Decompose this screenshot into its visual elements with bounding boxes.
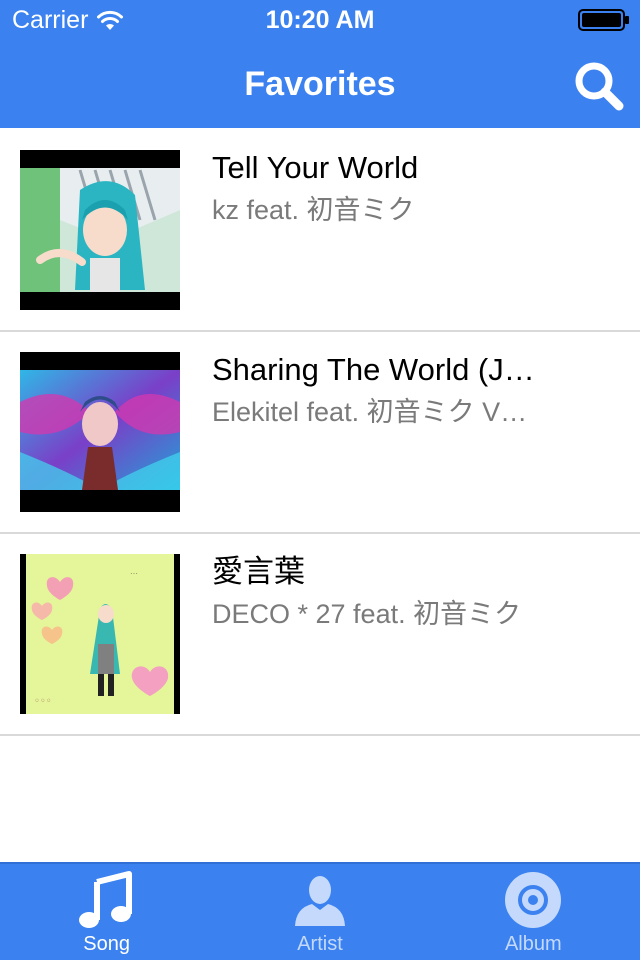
favorites-list: Tell Your World kz feat. 初音ミク Sharing Th… (0, 130, 640, 736)
album-disc-icon (505, 872, 562, 928)
album-artwork: … ◦◦◦ (20, 554, 180, 714)
tab-label: Album (504, 933, 562, 955)
tab-label: Artist (297, 933, 343, 955)
tab-artist[interactable]: Artist (213, 864, 426, 960)
status-bar: Carrier 10:20 AM (0, 0, 640, 40)
tab-song[interactable]: Song (0, 864, 213, 960)
song-row[interactable]: Sharing The World (J… Elekitel feat. 初音ミ… (0, 332, 640, 534)
song-title: 愛言葉 (212, 554, 305, 589)
song-artist: Elekitel feat. 初音ミク V… (212, 397, 528, 427)
song-row[interactable]: … ◦◦◦ 愛言葉 DECO * 27 feat. 初音ミク (0, 534, 640, 736)
song-title: Tell Your World (212, 150, 419, 185)
battery-icon (578, 9, 629, 31)
tab-label: Song (83, 933, 131, 955)
person-icon (294, 876, 345, 926)
navigation-bar: Favorites (0, 40, 640, 128)
album-artwork (20, 352, 180, 512)
tab-bar: Song Artist Album (0, 862, 640, 960)
song-artist: DECO * 27 feat. 初音ミク (212, 599, 522, 629)
page-title: Favorites (244, 65, 396, 103)
search-button[interactable] (572, 60, 626, 112)
album-artwork (20, 150, 180, 310)
song-title: Sharing The World (J… (212, 352, 535, 387)
svg-text:◦◦◦: ◦◦◦ (34, 696, 52, 707)
favorites-screen: Carrier 10:20 AM Favorites Tell Your Wor… (0, 0, 640, 960)
tab-album[interactable]: Album (427, 864, 640, 960)
status-time: 10:20 AM (265, 6, 375, 34)
song-artist: kz feat. 初音ミク (212, 195, 415, 225)
song-row[interactable]: Tell Your World kz feat. 初音ミク (0, 130, 640, 332)
svg-text:…: … (130, 567, 138, 576)
search-icon (575, 62, 624, 111)
header: Carrier 10:20 AM Favorites (0, 0, 640, 128)
music-note-icon (78, 871, 132, 928)
